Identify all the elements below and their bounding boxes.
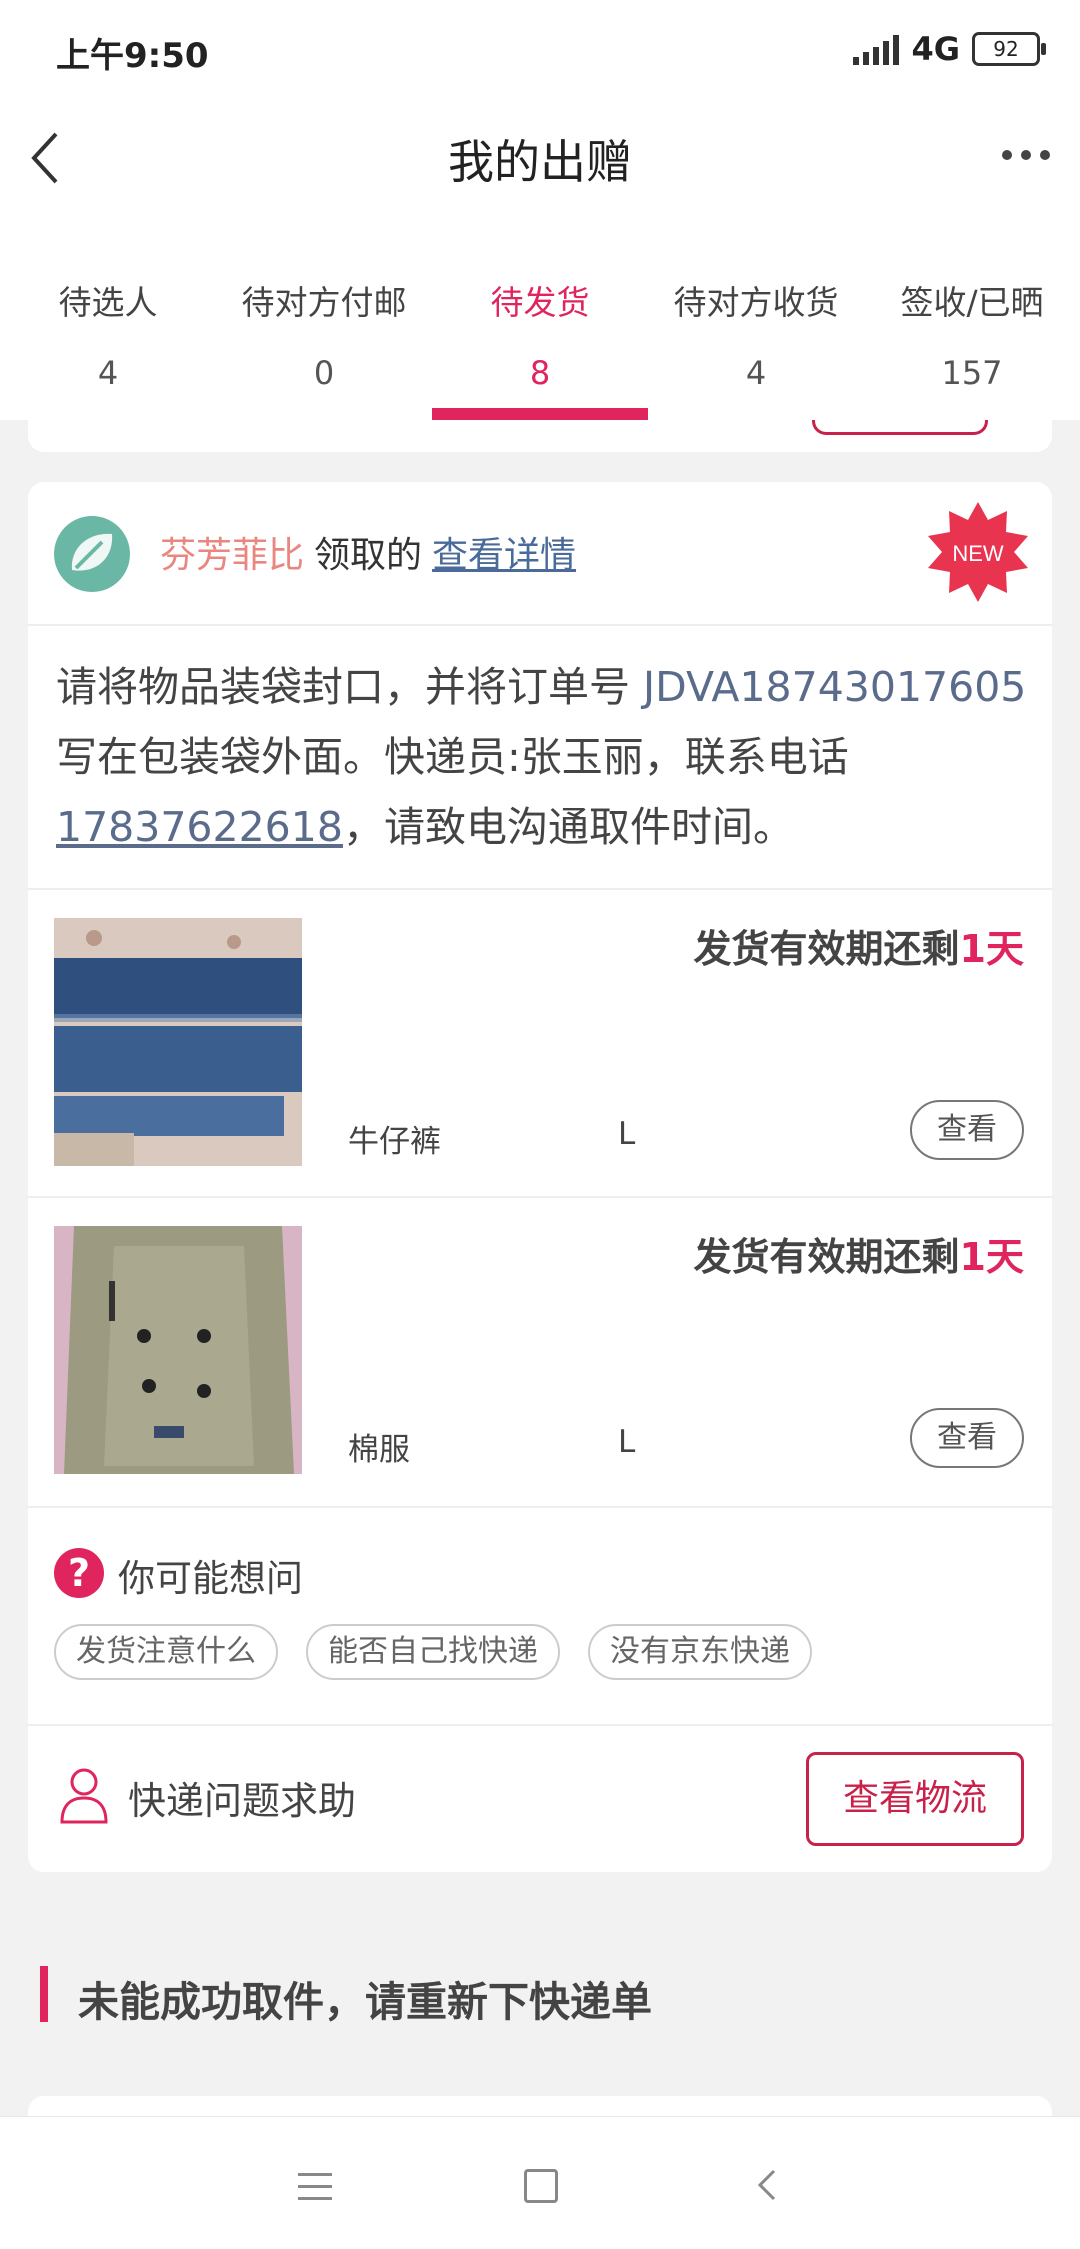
tab-count: 4 [745,354,767,392]
item-name: 牛仔裤 [348,1124,441,1160]
item-name: 棉服 [348,1432,410,1468]
courier-phone-link[interactable]: 17837622618 [56,803,343,851]
tab-label: 待发货 [490,283,590,322]
section-accent-bar [40,1966,48,2022]
deadline-prefix: 发货有效期还剩 [693,1235,960,1279]
person-icon [60,1768,108,1824]
tab-count: 0 [313,354,335,392]
menu-icon[interactable] [298,2173,332,2209]
instructions-text-3: ，请致电沟通取件时间。 [342,803,794,851]
signal-icon [853,33,900,65]
shipping-instructions: 请将物品装袋封口，并将订单号 JDVA18743017605 写在包装袋外面。快… [56,652,1032,862]
deadline-days: 1天 [959,1235,1024,1279]
courier-help-link[interactable]: 快递问题求助 [128,1770,356,1825]
previous-card-edge [28,420,1052,452]
network-type: 4G [911,30,960,68]
order-number: JDVA18743017605 [643,663,1027,711]
recipient-line: 芬芳菲比 领取的 查看详情 [160,526,576,578]
faq-chip[interactable]: 能否自己找快递 [306,1624,560,1680]
faq-chip[interactable]: 没有京东快递 [588,1624,812,1680]
status-icons: 4G 92 [853,30,1046,68]
recipient-row: 芬芳菲比 领取的 查看详情 NEW [28,482,1052,626]
coat-image [54,1226,302,1474]
item-photo-coat[interactable] [54,1226,302,1474]
faq-title: 你可能想问 [118,1557,303,1600]
tab-count: 157 [941,354,1003,392]
jeans-image [54,918,302,1166]
item-photo-jeans[interactable] [54,918,302,1166]
view-item-button[interactable]: 查看 [910,1408,1024,1468]
recipient-name[interactable]: 芬芳菲比 [160,535,304,576]
system-back-icon[interactable] [752,2167,782,2203]
item-row: 发货有效期还剩1天 牛仔裤 L 查看 [28,890,1052,1196]
home-icon[interactable] [524,2169,558,2203]
system-nav-bar [0,2116,1080,2249]
tab-label: 签收/已晒 [900,283,1044,322]
shipment-card: 芬芳菲比 领取的 查看详情 NEW 请将物品装袋封口，并将订单号 JDVA18743… [28,482,1052,1872]
tab-pending-shipment[interactable]: 待发货 8 [432,220,648,420]
item-row: 发货有效期还剩1天 棉服 L 查看 [28,1198,1052,1504]
recipient-verb: 领取的 [314,535,423,576]
tab-pending-selection[interactable]: 待选人 4 [0,220,216,420]
tab-received[interactable]: 签收/已晒 157 [864,220,1080,420]
tab-label: 待对方收货 [673,283,839,322]
deadline-prefix: 发货有效期还剩 [693,927,960,971]
tab-pending-postage[interactable]: 待对方付邮 0 [216,220,432,420]
section-title: 未能成功取件，请重新下快递单 [78,1978,652,2026]
new-badge-text: NEW [952,541,1004,566]
tab-label: 待选人 [58,283,158,322]
faq-chip[interactable]: 发货注意什么 [54,1624,278,1680]
status-time: 上午9:50 [56,36,209,76]
active-tab-indicator [432,408,648,420]
courier-help-row: 快递问题求助 查看物流 [28,1726,1052,1872]
view-details-link[interactable]: 查看详情 [432,535,576,576]
deadline-days: 1天 [959,927,1024,971]
tab-count: 4 [97,354,119,392]
tab-label: 待对方付邮 [241,283,407,322]
leaf-logo-icon [71,533,113,571]
battery-icon: 92 [972,32,1046,66]
tab-pending-receipt[interactable]: 待对方收货 4 [648,220,864,420]
title-bar: 我的出赠 [0,100,1080,220]
page-title: 我的出赠 [448,135,632,189]
item-size: L [618,1116,636,1152]
faq-chips: 发货注意什么 能否自己找快递 没有京东快递 [54,1624,812,1680]
more-options-icon[interactable] [1002,150,1050,160]
view-item-button[interactable]: 查看 [910,1100,1024,1160]
new-badge-icon: NEW [928,502,1028,602]
faq-section: ? 你可能想问 发货注意什么 能否自己找快递 没有京东快递 [28,1508,1052,1724]
view-logistics-button[interactable]: 查看物流 [806,1752,1024,1846]
shipping-deadline: 发货有效期还剩1天 [694,918,1024,973]
previous-card-button-edge[interactable] [812,420,988,435]
instructions-text-2: 写在包装袋外面。快递员:张玉丽，联系电话 [56,733,849,781]
question-icon: ? [54,1548,104,1598]
avatar[interactable] [54,516,130,592]
status-tabs: 待选人 4 待对方付邮 0 待发货 8 待对方收货 4 签收/已晒 157 [0,220,1080,420]
tab-count: 8 [529,354,551,392]
shipping-deadline: 发货有效期还剩1天 [694,1226,1024,1281]
item-size: L [618,1424,636,1460]
status-bar: 上午9:50 4G 92 [0,0,1080,100]
instructions-text-1: 请将物品装袋封口，并将订单号 [56,663,644,711]
